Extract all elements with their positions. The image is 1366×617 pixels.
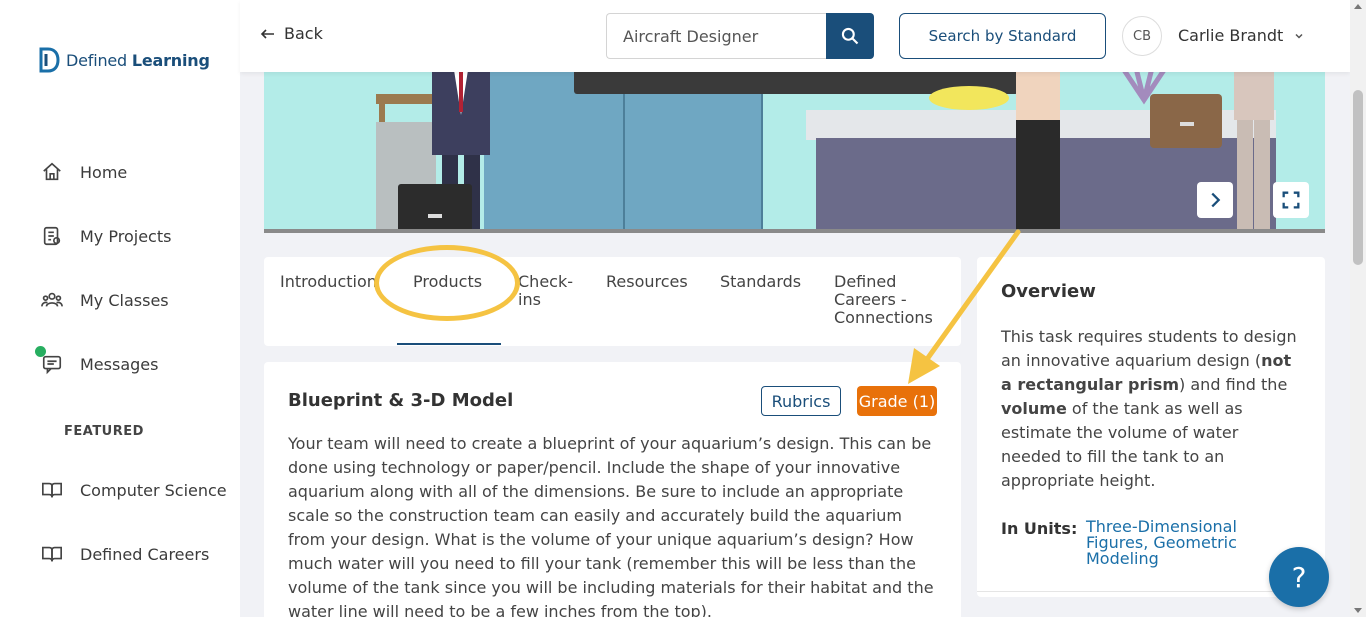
- overview-panel: Overview This task requires students to …: [977, 257, 1325, 597]
- book-icon: [40, 542, 64, 566]
- book-icon: [40, 478, 64, 502]
- classes-icon: [40, 288, 64, 312]
- search-by-standard-button[interactable]: Search by Standard: [899, 13, 1106, 59]
- sidebar-item-computer-science[interactable]: Computer Science: [40, 478, 227, 502]
- tab-introduction[interactable]: Introduction: [280, 273, 376, 291]
- hero-next-button[interactable]: [1197, 182, 1233, 218]
- sidebar-item-defined-careers[interactable]: Defined Careers: [40, 542, 209, 566]
- units-label: In Units:: [1001, 519, 1078, 538]
- help-button[interactable]: ?: [1269, 547, 1329, 607]
- home-icon: [40, 160, 64, 184]
- sidebar-item-label: Defined Careers: [80, 544, 210, 564]
- scroll-down-arrow-icon[interactable]: [1354, 608, 1362, 613]
- online-status-dot: [35, 346, 46, 357]
- tab-check-ins[interactable]: Check-ins: [518, 273, 580, 309]
- sidebar-item-label: Home: [80, 162, 128, 182]
- units-link[interactable]: Three-Dimensional Figures, Geometric Mod…: [1086, 519, 1266, 567]
- sidebar-item-label: My Projects: [80, 226, 172, 246]
- back-button[interactable]: Back: [260, 24, 323, 43]
- overview-text: This task requires students to design an…: [1001, 327, 1297, 490]
- top-header: Back Search by Standard CB Carlie Brandt: [240, 0, 1350, 72]
- search-icon: [841, 27, 859, 45]
- hero-fullscreen-button[interactable]: [1273, 182, 1309, 218]
- tab-products[interactable]: Products: [413, 273, 482, 291]
- defined-learning-logo-icon: [39, 47, 60, 73]
- user-menu[interactable]: Carlie Brandt: [1178, 26, 1305, 45]
- project-hero-image: [264, 60, 1325, 233]
- sidebar-item-my-projects[interactable]: My Projects: [40, 224, 171, 248]
- tab-standards[interactable]: Standards: [720, 273, 801, 291]
- chevron-down-icon: [1295, 33, 1303, 39]
- featured-heading: FEATURED: [64, 424, 144, 439]
- sidebar-item-label: My Classes: [80, 290, 169, 310]
- active-tab-indicator: [397, 343, 501, 345]
- page-scrollbar[interactable]: [1350, 0, 1366, 617]
- projects-icon: [40, 224, 64, 248]
- sidebar-item-my-classes[interactable]: My Classes: [40, 288, 169, 312]
- arrow-left-icon: [260, 28, 274, 39]
- sidebar-item-messages[interactable]: Messages: [35, 346, 159, 376]
- search-button[interactable]: [826, 13, 874, 59]
- hero-divider: [264, 229, 1325, 233]
- scroll-up-arrow-icon[interactable]: [1354, 4, 1362, 9]
- scroll-thumb[interactable]: [1353, 90, 1363, 265]
- logo[interactable]: Defined Learning: [38, 46, 210, 74]
- logo-text: Defined Learning: [66, 50, 210, 70]
- fullscreen-icon: [1282, 191, 1300, 209]
- project-tabs: Introduction Products Check-ins Resource…: [264, 257, 961, 346]
- hero-illustration: [264, 60, 1325, 233]
- tab-resources[interactable]: Resources: [606, 273, 688, 291]
- grade-button[interactable]: Grade (1): [857, 386, 937, 416]
- sidebar-item-label: Computer Science: [80, 480, 227, 500]
- tab-defined-careers-connections[interactable]: Defined Careers - Connections: [834, 273, 946, 327]
- user-name: Carlie Brandt: [1178, 26, 1284, 45]
- product-description: Your team will need to create a blueprin…: [288, 434, 934, 617]
- chevron-right-icon: [1211, 192, 1221, 208]
- back-label: Back: [284, 24, 323, 43]
- messages-icon: [35, 346, 64, 376]
- search-input[interactable]: [606, 13, 828, 59]
- sidebar: Defined Learning Home My Projects My Cla…: [0, 0, 240, 617]
- avatar[interactable]: CB: [1122, 16, 1162, 56]
- overview-title: Overview: [1001, 281, 1096, 302]
- sidebar-item-home[interactable]: Home: [40, 160, 127, 184]
- sidebar-item-label: Messages: [80, 354, 159, 374]
- product-card: Blueprint & 3-D Model Rubrics Grade (1) …: [264, 362, 961, 617]
- rubrics-button[interactable]: Rubrics: [761, 386, 841, 416]
- product-title: Blueprint & 3-D Model: [288, 390, 514, 411]
